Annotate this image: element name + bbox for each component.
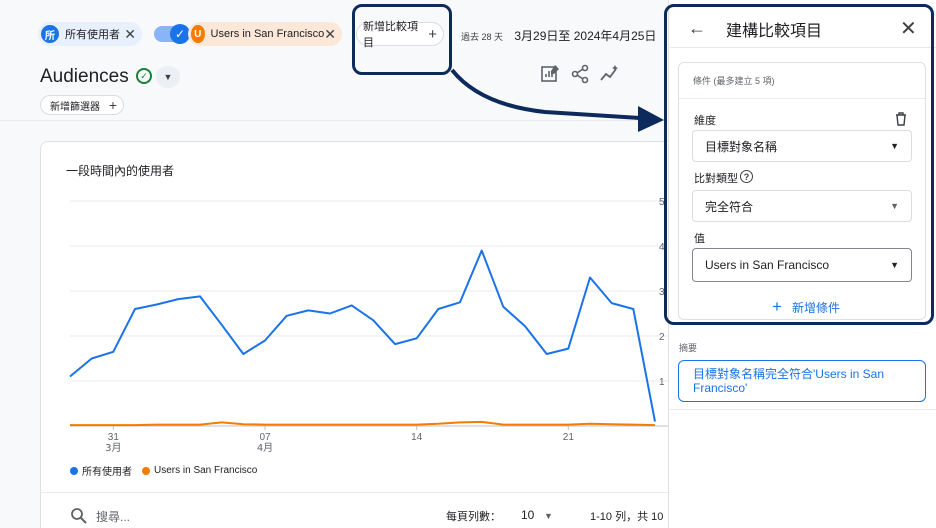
legend-item-sf-users[interactable]: Users in San Francisco [142,465,257,476]
rows-per-page-select[interactable]: 10 [521,508,534,522]
legend-label: Users in San Francisco [154,465,258,476]
page: 所 所有使用者 ✕ ✓ U Users in San Francisco ✕ 新… [0,0,936,528]
search-placeholder: 搜尋... [96,509,131,524]
y-tick-label: 2 [659,332,665,343]
legend-dot [142,466,150,475]
x-tick-month-label: 3月 [105,442,121,454]
summary-label: 摘要 [679,343,698,353]
series-line-sf-users[interactable] [70,420,656,427]
search-icon [71,508,87,524]
legend-item-all-users[interactable]: 所有使用者 [70,463,132,478]
x-tick-label: 31 [108,432,120,443]
rows-per-page-label: 每頁列數： [446,511,501,523]
chevron-down-icon[interactable]: ▼ [544,511,553,521]
table-search[interactable]: 搜尋... [70,507,130,525]
x-tick-label: 07 [259,432,271,443]
highlight-panel-outline [664,4,934,325]
chart-legend: 所有使用者 Users in San Francisco [70,463,267,478]
x-tick-month-label: 4月 [257,442,273,454]
legend-label: 所有使用者 [82,467,132,478]
users-over-time-chart: 54321313月074月14 21 [69,197,668,454]
summary-box[interactable]: 目標對象名稱完全符合'Users in San Francisco' [678,360,926,402]
legend-dot [70,466,78,475]
card-divider [40,492,668,493]
x-tick-label: 14 [411,432,423,443]
pagination-info: 1-10 列，共 10 [590,511,664,523]
x-tick-label: 21 [563,432,575,443]
y-tick-label: 1 [659,377,665,388]
panel-divider-2 [668,409,936,410]
